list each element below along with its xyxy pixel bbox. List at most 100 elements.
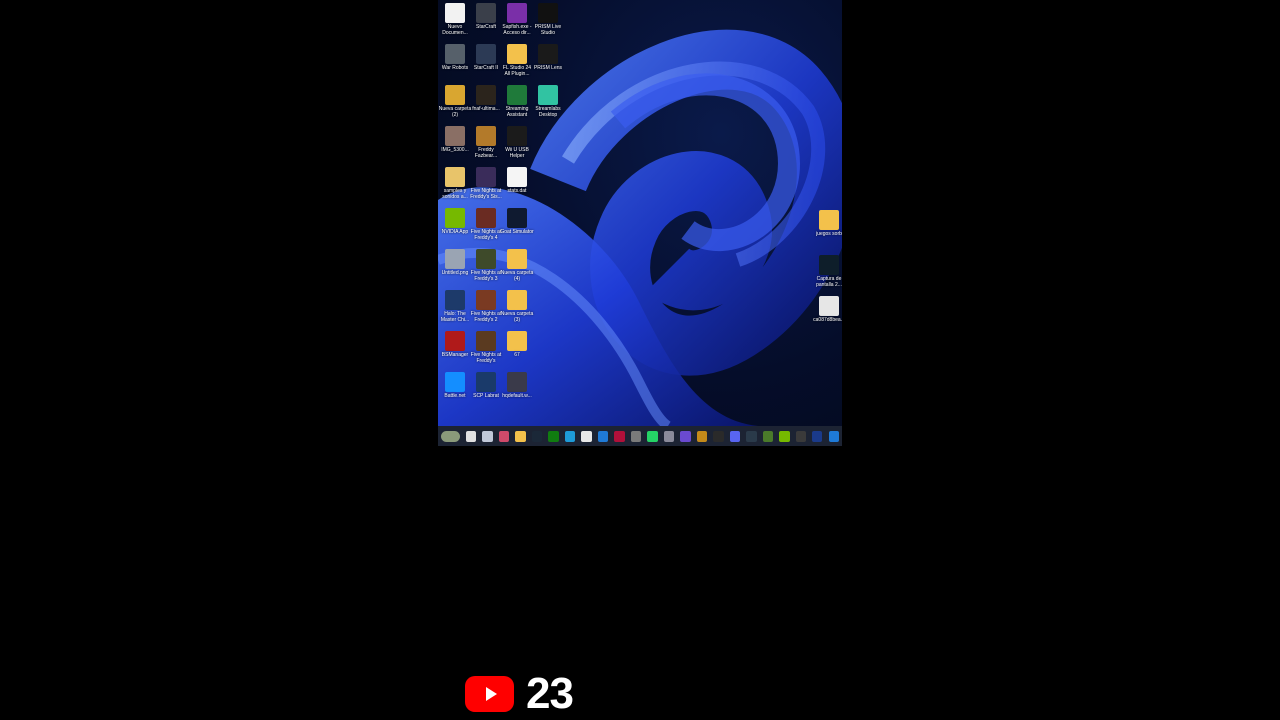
desktop-icon-label: hqdefault.w... [502,393,532,399]
recorder-icon[interactable] [614,430,625,442]
desktop-icon-label: PRISM Lens [533,65,563,71]
screenshot-icon [819,255,839,275]
whatsapp-icon[interactable] [647,430,658,442]
document-icon [445,3,465,23]
prism-lens-icon [538,44,558,64]
desktop-icon-label: Wii U USB Helper [505,147,529,159]
weather-widget-icon[interactable] [441,430,460,442]
desktop-icon-label: War Robots [441,65,469,71]
desktop-icon[interactable]: Nueva carpeta (3) [501,290,533,323]
desktop-icon[interactable]: Battle.net [440,372,470,399]
desktop-icon[interactable]: BSManager [440,331,470,358]
obs-icon[interactable] [795,430,806,442]
desktop-icon[interactable]: Streaming Assistant [502,85,532,118]
minecraft-icon[interactable] [762,430,774,442]
desktop-icon[interactable]: Nueva carpeta (2) [438,85,472,118]
settings-icon[interactable] [630,430,642,442]
desktop-icon-label: ca087d8bea... [813,317,842,323]
desktop-icon[interactable]: ca087d8bea... [813,296,842,323]
halo-icon [445,290,465,310]
desktop-icon[interactable]: IMG_5300... [440,126,470,153]
wiiu-icon [507,126,527,146]
desktop-icon[interactable]: Nueva carpeta (4) [501,249,533,282]
edge-icon[interactable] [564,430,576,442]
photos-icon[interactable] [663,430,675,442]
desktop-icon[interactable]: samples y sonidos a... [440,167,470,200]
network-icon[interactable] [828,430,839,442]
desktop-icon-label: Captura de pantalla 2... [816,276,842,288]
start-icon[interactable] [466,430,477,442]
folder-icon [507,44,527,64]
fnaf4-icon [476,208,496,228]
capture-icon[interactable] [746,430,757,442]
desktop-icon[interactable]: StarCraft II [471,44,501,71]
app2-icon[interactable] [696,430,708,442]
desktop-icon-label: SCP Labrat [473,393,499,399]
desktop-icon[interactable]: Nuevo Documen... [440,3,470,36]
desktop-icon[interactable]: PRISM Lens [533,44,563,71]
desktop-icon[interactable]: PRISM Live Studio [533,3,563,36]
desktop-icon[interactable]: NVIDIA App [440,208,470,235]
desktop-icon-label: Nueva carpeta (2) [438,106,472,118]
desktop-icon[interactable]: Five Nights at Freddy's 4 [471,208,501,241]
desktop-icon[interactable]: Streamlabs Desktop [533,85,563,118]
desktop-icon[interactable]: fnaf-ultima... [471,85,501,112]
desktop-icon[interactable]: Sapfish.exe - Acceso dir... [502,3,532,36]
desktop-icon-label: Streamlabs Desktop [535,106,561,118]
file-explorer-icon[interactable] [515,430,526,442]
desktop-icon-label: Battle.net [444,393,466,399]
desktop-icon[interactable]: Five Nights at Freddy's 3 [471,249,501,282]
desktop-icon[interactable]: StarCraft [471,3,501,30]
desktop-icon-label: BSManager [441,352,469,358]
desktop-icon[interactable]: Goat Simulator [500,208,534,235]
folder-icon [445,85,465,105]
copilot-icon[interactable] [498,430,510,442]
desktop-icon[interactable]: Captura de pantalla 2... [814,255,842,288]
xbox-icon[interactable] [548,430,559,442]
desktop-icon[interactable]: Untitled.png [440,249,470,276]
desktop-icon[interactable]: stats.dat [502,167,532,194]
app-icon[interactable] [680,430,691,442]
desktop-icon[interactable]: Halo: The Master Chi... [440,290,470,323]
desktop-icon-label: Streaming Assistant [505,106,529,118]
desktop-icon-label: fnaf-ultima... [472,106,500,112]
desktop-icon[interactable]: Five Nights at Freddy's 2 [471,290,501,323]
scp-labrat-icon [476,372,496,392]
store-icon[interactable] [581,430,592,442]
nvidia-icon[interactable] [779,430,790,442]
desktop-icon-label: samples y sonidos a... [442,188,468,200]
terminal-icon[interactable] [713,430,724,442]
desktop-icon[interactable]: FL Studio 24 All Plugin... [502,44,532,77]
search-icon[interactable] [482,430,493,442]
prism-live-icon [538,3,558,23]
taskbar [438,426,842,446]
desktop-icon-label: StarCraft II [473,65,499,71]
desktop-icon[interactable]: Five Nights at Freddy's Sis... [470,167,502,200]
discord-icon[interactable] [729,430,741,442]
desktop-icon[interactable]: juegos sorb [814,210,842,237]
desktop-icon-label: Sapfish.exe - Acceso dir... [502,24,532,36]
starcraft-icon [476,3,496,23]
video-overlay-badge: 23 [465,669,574,719]
folder-icon [507,331,527,351]
desktop-icon-label: FL Studio 24 All Plugin... [502,65,532,77]
overlay-number: 23 [526,669,574,718]
desktop-icon-label: NVIDIA App [441,229,469,235]
media-icon[interactable] [812,430,823,442]
streaming-assistant-icon [507,85,527,105]
desktop-icon[interactable]: 67 [502,331,532,358]
desktop-icon-label: Five Nights at Freddy's [470,352,502,364]
desktop-icon[interactable]: Wii U USB Helper [502,126,532,159]
folder-icon [445,167,465,187]
desktop-icon[interactable]: Five Nights at Freddy's [471,331,501,364]
desktop-icon-label: Goat Simulator [500,229,534,235]
desktop: Nuevo Documen... StarCraft Sapfish.exe - A… [438,0,842,446]
desktop-icon[interactable]: War Robots [440,44,470,71]
fnaf-icon [476,85,496,105]
image-icon [819,296,839,316]
mail-icon[interactable] [597,430,609,442]
desktop-icon[interactable]: hqdefault.w... [502,372,532,399]
desktop-icon[interactable]: SCP Labrat [471,372,501,399]
steam-icon[interactable] [531,430,543,442]
desktop-icon[interactable]: Freddy Fazbear... [471,126,501,159]
